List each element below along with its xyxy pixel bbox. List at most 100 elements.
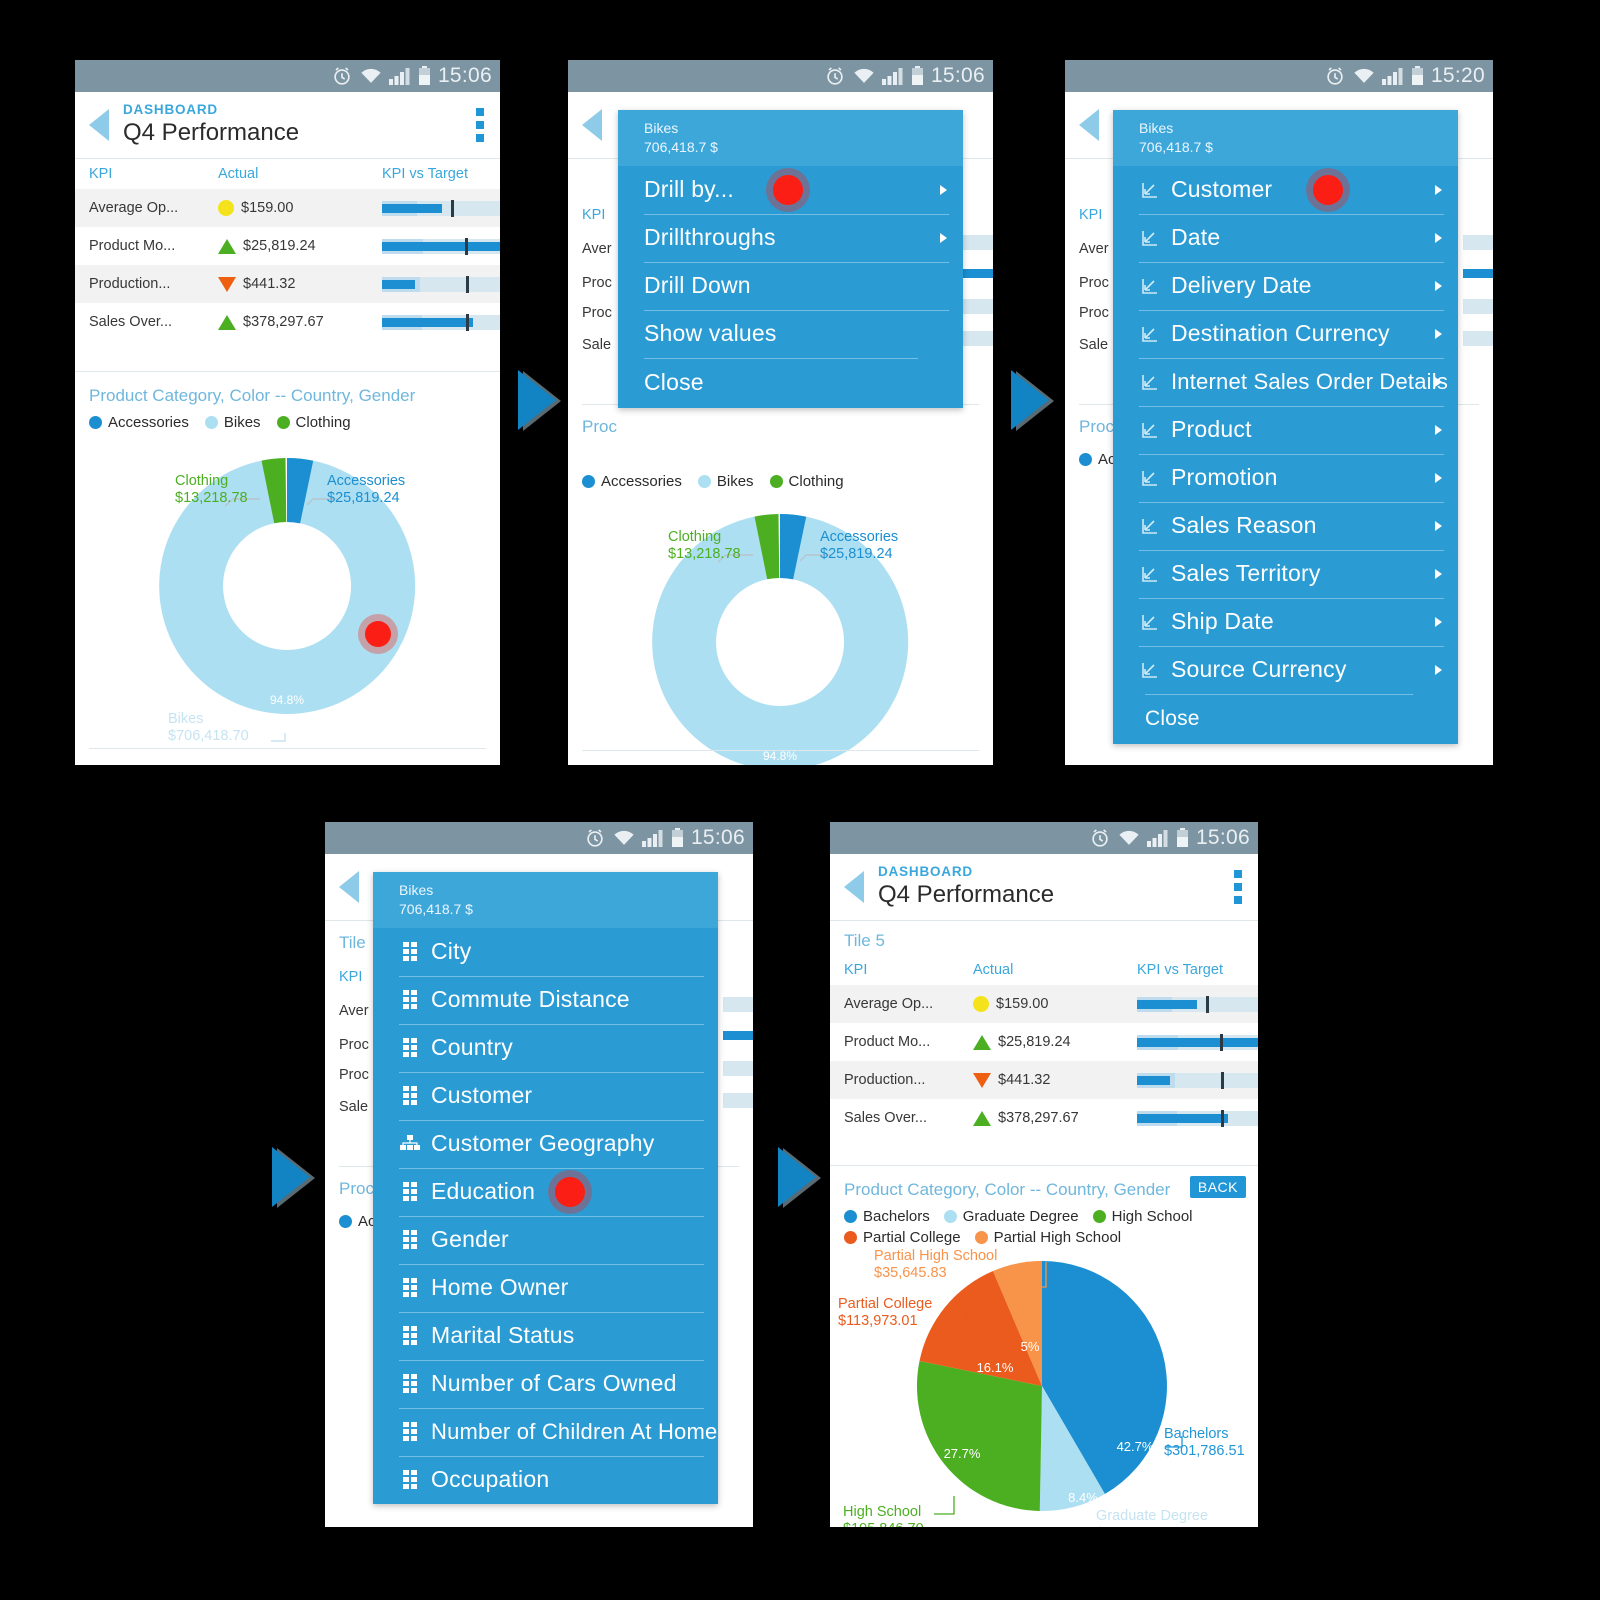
legend-item-accessories[interactable]: Accessories (89, 414, 189, 431)
menu-item-drill-down[interactable]: Drill Down (618, 261, 963, 310)
table-row[interactable]: Production... $441.32 (830, 1061, 1258, 1099)
kpi-bullet (1123, 1099, 1258, 1137)
table-header-row: KPI Actual KPI vs Target (830, 955, 1258, 985)
legend-item-graduate-degree[interactable]: Graduate Degree (943, 1208, 1079, 1225)
overflow-menu-icon[interactable] (476, 108, 484, 142)
wifi-icon (1354, 68, 1374, 83)
table-row[interactable]: Product Mo... $25,819.24 (830, 1023, 1258, 1061)
menu-item-customer[interactable]: Customer (1113, 166, 1458, 214)
menu-item-city[interactable]: City (373, 928, 718, 976)
menu-item-occupation[interactable]: Occupation (373, 1455, 718, 1504)
table-row[interactable]: Sales Over... $378,297.67 (830, 1099, 1258, 1137)
menu-item-label: Destination Currency (1171, 320, 1390, 347)
menu-item-close[interactable]: Close (618, 357, 963, 408)
menu-item-show-values[interactable]: Show values (618, 309, 963, 358)
legend-item-accessories[interactable]: Accessories (582, 473, 682, 490)
actual-value: $25,819.24 (998, 1034, 1071, 1050)
legend-item-high-school[interactable]: High School (1092, 1208, 1193, 1225)
back-arrow-icon[interactable] (1079, 109, 1099, 141)
context-menu-header-value: 706,418.7 $ (644, 138, 718, 155)
legend-item-bikes[interactable]: Bikes (204, 414, 261, 431)
label-name: Graduate Degree (1096, 1508, 1209, 1524)
menu-item-internet-sales-order-details[interactable]: Internet Sales Order Details (1113, 357, 1458, 406)
label-name: Accessories (820, 529, 899, 545)
table-row[interactable]: Production... $441.32 (75, 265, 500, 303)
donut-label-accessories: Accessories $25,819.24 (820, 529, 898, 562)
menu-separator (1139, 213, 1444, 215)
menu-item-drill-by[interactable]: Drill by... (618, 166, 963, 214)
legend-item-partial-college[interactable]: Partial College (844, 1229, 961, 1246)
status-time: 15:06 (930, 64, 985, 87)
app-bar-titles: DASHBOARD Q4 Performance (878, 865, 1054, 909)
menu-item-product[interactable]: Product (1113, 405, 1458, 454)
phone-screen-2: 15:06 KPI Aver Proc Proc Sale Proc Acces… (568, 60, 993, 765)
menu-item-delivery-date[interactable]: Delivery Date (1113, 261, 1458, 310)
menu-item-destination-currency[interactable]: Destination Currency (1113, 309, 1458, 358)
drill-by-menu[interactable]: Bikes 706,418.7 $ Customer Date Delivery… (1113, 110, 1458, 744)
menu-item-marital-status[interactable]: Marital Status (373, 1311, 718, 1360)
kpi-actual: $378,297.67 (204, 303, 368, 341)
chart-title-stub: Proc (582, 417, 617, 436)
kpi-bullet (368, 265, 500, 303)
kpi-bullet-stub (723, 1093, 753, 1108)
menu-item-number-of-children-at-home[interactable]: Number of Children At Home (373, 1407, 718, 1456)
back-arrow-icon[interactable] (582, 109, 602, 141)
attribute-menu[interactable]: Bikes 706,418.7 $ City Commute Distance … (373, 872, 718, 1504)
legend-item-bachelors[interactable]: Bachelors (844, 1208, 930, 1225)
drill-icon (1139, 565, 1161, 583)
donut-chart[interactable]: 94.8% Clothing $13,218.78 Accessories $2… (568, 490, 993, 765)
menu-item-close[interactable]: Close (1113, 693, 1458, 744)
menu-item-promotion[interactable]: Promotion (1113, 453, 1458, 502)
menu-item-drillthroughs[interactable]: Drillthroughs (618, 213, 963, 262)
back-arrow-icon[interactable] (89, 109, 109, 141)
kpi-bullet (1123, 1061, 1258, 1099)
back-arrow-icon[interactable] (844, 871, 864, 903)
table-row[interactable]: Average Op... $159.00 (830, 985, 1258, 1023)
menu-item-sales-reason[interactable]: Sales Reason (1113, 501, 1458, 550)
menu-separator (1139, 261, 1444, 263)
menu-item-label: Country (431, 1034, 513, 1061)
pie-chart[interactable]: 42.7% 8.4% 27.7% 16.1% 5% Partial High S… (830, 1246, 1258, 1527)
menu-item-customer-geography[interactable]: Customer Geography (373, 1119, 718, 1168)
table-row[interactable]: Sales Over... $378,297.67 (75, 303, 500, 341)
menu-item-education[interactable]: Education (373, 1167, 718, 1216)
triangle-up-green-icon (973, 1110, 991, 1126)
kpi-bullet (1123, 985, 1258, 1023)
drill-icon (1139, 277, 1161, 295)
col-kpi: KPI (339, 969, 363, 985)
overflow-menu-icon[interactable] (1234, 870, 1242, 904)
legend-item-partial-high-school[interactable]: Partial High School (974, 1229, 1121, 1246)
table-row[interactable]: Product Mo... $25,819.24 (75, 227, 500, 265)
menu-item-customer[interactable]: Customer (373, 1071, 718, 1120)
menu-item-home-owner[interactable]: Home Owner (373, 1263, 718, 1312)
status-bar: 15:20 (1065, 60, 1493, 92)
menu-item-gender[interactable]: Gender (373, 1215, 718, 1264)
legend-item-clothing[interactable]: Clothing (276, 414, 351, 431)
flow-arrow-4 (778, 1147, 816, 1207)
alarm-icon (334, 67, 350, 85)
grid-icon (399, 1422, 421, 1442)
triangle-up-green-icon (973, 1034, 991, 1050)
status-time: 15:06 (690, 826, 745, 849)
legend-item-bikes[interactable]: Bikes (697, 473, 754, 490)
legend-item-clothing[interactable]: Clothing (769, 473, 844, 490)
actual-value: $441.32 (998, 1072, 1051, 1088)
menu-item-number-of-cars-owned[interactable]: Number of Cars Owned (373, 1359, 718, 1408)
menu-item-sales-territory[interactable]: Sales Territory (1113, 549, 1458, 598)
menu-item-ship-date[interactable]: Ship Date (1113, 597, 1458, 646)
menu-item-source-currency[interactable]: Source Currency (1113, 645, 1458, 694)
donut-chart[interactable]: 94.8% Clothing $13,218.78 Accessories $2… (75, 431, 500, 746)
pie-label-partial-high-school: Partial High School $35,645.83 (874, 1248, 997, 1281)
pie-svg: 42.7% 8.4% 27.7% 16.1% 5% (916, 1261, 1183, 1515)
table-row[interactable]: Average Op... $159.00 (75, 189, 500, 227)
context-menu[interactable]: Bikes 706,418.7 $ Drill by... Drillthrou… (618, 110, 963, 408)
back-button[interactable]: BACK (1189, 1176, 1246, 1198)
menu-item-date[interactable]: Date (1113, 213, 1458, 262)
battery-icon (1411, 66, 1423, 85)
menu-item-country[interactable]: Country (373, 1023, 718, 1072)
back-arrow-icon[interactable] (339, 871, 359, 903)
alarm-icon (587, 829, 603, 847)
actual-value: $378,297.67 (998, 1110, 1079, 1126)
menu-item-commute-distance[interactable]: Commute Distance (373, 975, 718, 1024)
kpi-actual: $441.32 (959, 1061, 1123, 1099)
